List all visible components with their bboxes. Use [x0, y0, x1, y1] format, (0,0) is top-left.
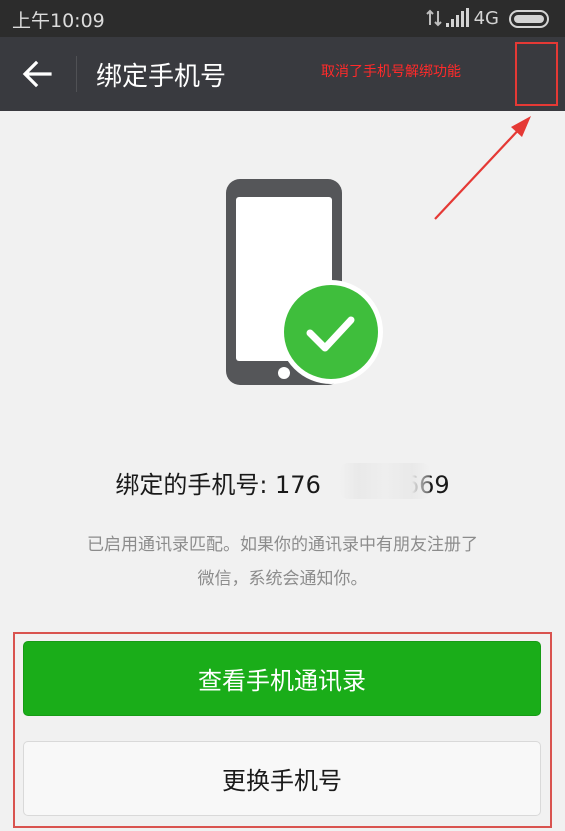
- page-title: 绑定手机号: [96, 62, 227, 92]
- annotation-highlight-box: [515, 42, 558, 106]
- phone-bound-illustration: [218, 175, 388, 394]
- data-transfer-icon: [426, 8, 442, 32]
- title-bar: 绑定手机号 取消了手机号解绑功能: [0, 37, 565, 111]
- battery-icon: [509, 10, 553, 32]
- status-bar: 上午10:09 4G: [0, 0, 565, 37]
- back-arrow-icon: [22, 60, 52, 88]
- back-button[interactable]: [12, 49, 62, 99]
- contact-matching-notice: 已启用通讯录匹配。如果你的通讯录中有朋友注册了 微信，系统会通知你。: [30, 528, 535, 596]
- bound-phone-number: 绑定的手机号: 176669: [0, 465, 565, 500]
- check-circle-icon: [279, 280, 383, 384]
- annotation-note: 取消了手机号解绑功能: [321, 64, 461, 80]
- status-time: 上午10:09: [12, 10, 105, 32]
- notice-line-2: 微信，系统会通知你。: [197, 569, 368, 589]
- buttons-annotation-box: [13, 632, 552, 828]
- notice-line-1: 已启用通讯录匹配。如果你的通讯录中有朋友注册了: [87, 535, 478, 555]
- network-type-label: 4G: [473, 8, 499, 29]
- redaction-blur: [340, 463, 430, 499]
- bound-number-label: 绑定的手机号: 176: [115, 471, 321, 499]
- title-divider: [76, 56, 77, 92]
- signal-strength-icon: [446, 8, 470, 32]
